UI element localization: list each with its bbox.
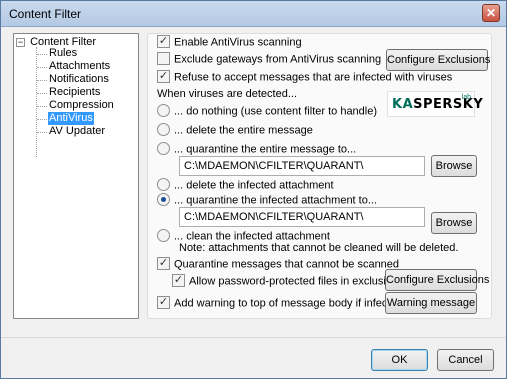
tree-connector [37, 80, 47, 81]
tree-item-antivirus[interactable]: AntiVirus [48, 112, 94, 125]
radio-unselected-icon [157, 123, 170, 136]
tree-item-recipients[interactable]: Recipients [48, 86, 101, 99]
kaspersky-logo: KASPERSKY lab [387, 91, 483, 117]
logo-text-part: SPERSKY [413, 97, 484, 112]
tree-connector [37, 67, 47, 68]
do-nothing-label: ... do nothing (use content filter to ha… [174, 105, 378, 118]
configure-exclusions-button[interactable]: Configure Exclusions [386, 49, 490, 71]
checkbox-checked-icon: ✓ [157, 70, 170, 83]
add-warning-checkbox[interactable]: ✓ Add warning to top of message body if i… [157, 296, 403, 310]
tree-item-attachments[interactable]: Attachments [48, 60, 111, 73]
content-filter-dialog: Content Filter ✕ − Content Filter Rules … [0, 0, 507, 379]
tree-connector [37, 93, 47, 94]
warning-message-button[interactable]: Warning message [385, 292, 477, 314]
enable-av-label: Enable AntiVirus scanning [174, 36, 302, 49]
exclude-gateways-label: Exclude gateways from AntiVirus scanning [174, 53, 382, 66]
tree-connector [36, 47, 37, 157]
window-title: Content Filter [9, 7, 82, 21]
configure-exclusions-button-2[interactable]: Configure Exclusions [385, 269, 489, 291]
checkbox-checked-icon: ✓ [157, 35, 170, 48]
logo-sub: lab [461, 94, 471, 101]
checkbox-checked-icon: ✓ [157, 296, 170, 309]
quarantine-message-path-input[interactable]: C:\MDAEMON\CFILTER\QUARANT\ [179, 156, 425, 176]
delete-attachment-label: ... delete the infected attachment [174, 179, 334, 192]
browse-button-2[interactable]: Browse [431, 212, 477, 234]
quarantine-message-label: ... quarantine the entire message to... [174, 143, 357, 156]
radio-unselected-icon [157, 142, 170, 155]
quarantine-attachment-path-input[interactable]: C:\MDAEMON\CFILTER\QUARANT\ [179, 207, 425, 227]
delete-attachment-radio[interactable]: ... delete the infected attachment [157, 178, 334, 192]
tree-connector [37, 119, 47, 120]
delete-message-radio[interactable]: ... delete the entire message [157, 123, 313, 137]
tree-item-av-updater[interactable]: AV Updater [48, 125, 106, 138]
radio-unselected-icon [157, 229, 170, 242]
refuse-infected-label: Refuse to accept messages that are infec… [174, 71, 453, 84]
radio-unselected-icon [157, 104, 170, 117]
ok-button[interactable]: OK [371, 349, 428, 371]
tree-connector [37, 132, 47, 133]
when-detected-label: When viruses are detected... [157, 88, 298, 100]
collapse-icon[interactable]: − [16, 37, 25, 47]
clean-note: Note: attachments that cannot be cleaned… [179, 242, 459, 254]
quarantine-attachment-radio[interactable]: ... quarantine the infected attachment t… [157, 193, 378, 207]
tree-item-rules[interactable]: Rules [48, 47, 78, 60]
radio-unselected-icon [157, 178, 170, 191]
resize-grip-icon[interactable] [494, 366, 504, 376]
checkbox-checked-icon: ✓ [157, 257, 170, 270]
quarantine-uncleanable-checkbox[interactable]: ✓ Quarantine messages that cannot be scan… [157, 257, 400, 271]
quarantine-message-radio[interactable]: ... quarantine the entire message to... [157, 142, 357, 156]
logo-text-part: KA [392, 97, 414, 112]
checkbox-unchecked-icon [157, 52, 170, 65]
tree-item-compression[interactable]: Compression [48, 99, 115, 112]
exclude-gateways-checkbox[interactable]: Exclude gateways from AntiVirus scanning [157, 52, 382, 66]
tree-connector [37, 54, 47, 55]
checkbox-checked-icon: ✓ [172, 274, 185, 287]
add-warning-label: Add warning to top of message body if in… [174, 297, 403, 310]
delete-message-label: ... delete the entire message [174, 124, 313, 137]
refuse-infected-checkbox[interactable]: ✓ Refuse to accept messages that are infe… [157, 70, 453, 84]
close-button[interactable]: ✕ [482, 4, 500, 22]
quarantine-uncleanable-label: Quarantine messages that cannot be scann… [174, 258, 400, 271]
do-nothing-radio[interactable]: ... do nothing (use content filter to ha… [157, 104, 378, 118]
close-icon: ✕ [485, 6, 497, 20]
clean-attachment-label: ... clean the infected attachment [174, 230, 330, 243]
footer-divider [1, 337, 506, 338]
tree-item-notifications[interactable]: Notifications [48, 73, 110, 86]
tree-connector [37, 106, 47, 107]
title-bar: Content Filter ✕ [1, 1, 506, 27]
radio-selected-icon [157, 193, 170, 206]
quarantine-attachment-label: ... quarantine the infected attachment t… [174, 194, 378, 207]
navigation-tree: − Content Filter Rules Attachments Notif… [13, 33, 139, 319]
cancel-button[interactable]: Cancel [437, 349, 494, 371]
enable-av-checkbox[interactable]: ✓ Enable AntiVirus scanning [157, 35, 302, 49]
browse-button-1[interactable]: Browse [431, 155, 477, 177]
